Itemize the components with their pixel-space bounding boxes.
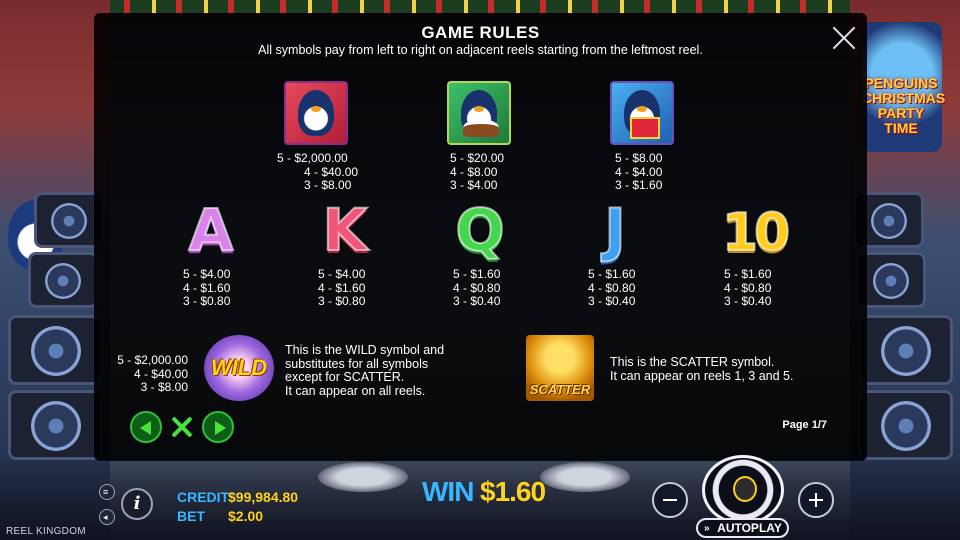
speaker-left-3 [8,315,103,385]
win-label: WIN [422,476,474,507]
penguin-gift-icon [610,81,674,145]
close-icon[interactable] [831,25,857,51]
scatter-symbol-icon: SCATTER [526,335,594,401]
speaker-left-2 [28,252,98,308]
modal-subtitle: All symbols pay from left to right on ad… [258,43,703,57]
sound-icon[interactable]: ◂ [99,509,115,525]
speaker-left-4 [8,390,103,460]
bet-value: $2.00 [228,508,264,524]
paytable-wild: 5 - $2,000.00 4 - $40.00 3 - $8.00 [117,353,188,394]
autoplay-button[interactable]: » AUTOPLAY [696,518,789,538]
wild-symbol-icon: WILD [204,335,274,401]
string-lights [0,0,960,14]
paytable-penguin-guitar: 5 - $2,000.00 4 - $40.00 3 - $8.00 [277,151,359,192]
page-indicator: Page 1/7 [782,419,827,431]
turntable-right [540,462,630,492]
arrow-right-icon [215,421,226,435]
paytable-penguin-gift: 5 - $8.00 4 - $4.00 3 - $1.60 [615,151,663,192]
scatter-description: This is the SCATTER symbol. It can appea… [610,355,794,383]
speaker-right-4 [858,390,953,460]
arrow-left-icon [140,421,151,435]
bet-label: BET [177,508,205,524]
paytable-penguin-cake: 5 - $20.00 4 - $8.00 3 - $4.00 [450,151,505,192]
wild-symbol-text: WILD [210,355,268,380]
credit-label: CREDIT [177,489,230,505]
autoplay-label: AUTOPLAY [717,521,782,535]
close-rules-icon[interactable] [168,413,196,441]
spin-logo-icon [733,476,757,502]
symbol-q-icon: Q [454,196,505,264]
penguin-cake-icon [447,81,511,145]
speaker-right-3 [858,315,953,385]
symbol-j-icon: J [603,196,627,264]
scatter-symbol-text: SCATTER [529,382,591,397]
paytable-a: 5 - $4.00 4 - $1.60 3 - $0.80 [183,267,231,308]
symbol-a-icon: A [188,196,235,264]
paytable-10: 5 - $1.60 4 - $0.80 3 - $0.40 [724,267,772,308]
brand-label: REEL KINGDOM [6,526,86,537]
modal-title: GAME RULES [421,23,540,42]
next-page-button[interactable] [202,411,234,443]
autoplay-icon: » [704,523,710,534]
credit-value: $99,984.80 [228,489,299,505]
plus-icon [815,493,817,507]
info-button[interactable]: i [121,488,153,520]
paytable-k: 5 - $4.00 4 - $1.60 3 - $0.80 [318,267,366,308]
turntable-left [318,462,408,492]
symbol-10-icon: 10 [721,202,791,264]
penguin-guitar-icon [284,81,348,145]
spin-button[interactable] [702,455,784,525]
menu-icon[interactable]: ≡ [99,484,115,500]
minus-icon [663,499,677,501]
paytable-j: 5 - $1.60 4 - $0.80 3 - $0.40 [588,267,636,308]
game-logo-text: PENGUINS CHRISTMAS PARTY TIME [862,75,946,136]
prev-page-button[interactable] [130,411,162,443]
symbol-k-icon: K [322,196,369,264]
paytable-q: 5 - $1.60 4 - $0.80 3 - $0.40 [453,267,501,308]
increase-bet-button[interactable] [798,482,834,518]
decrease-bet-button[interactable] [652,482,688,518]
win-value: $1.60 [480,476,546,507]
wild-description: This is the WILD symbol and substitutes … [285,343,445,398]
game-rules-modal: GAME RULES All symbols pay from left to … [94,13,867,461]
